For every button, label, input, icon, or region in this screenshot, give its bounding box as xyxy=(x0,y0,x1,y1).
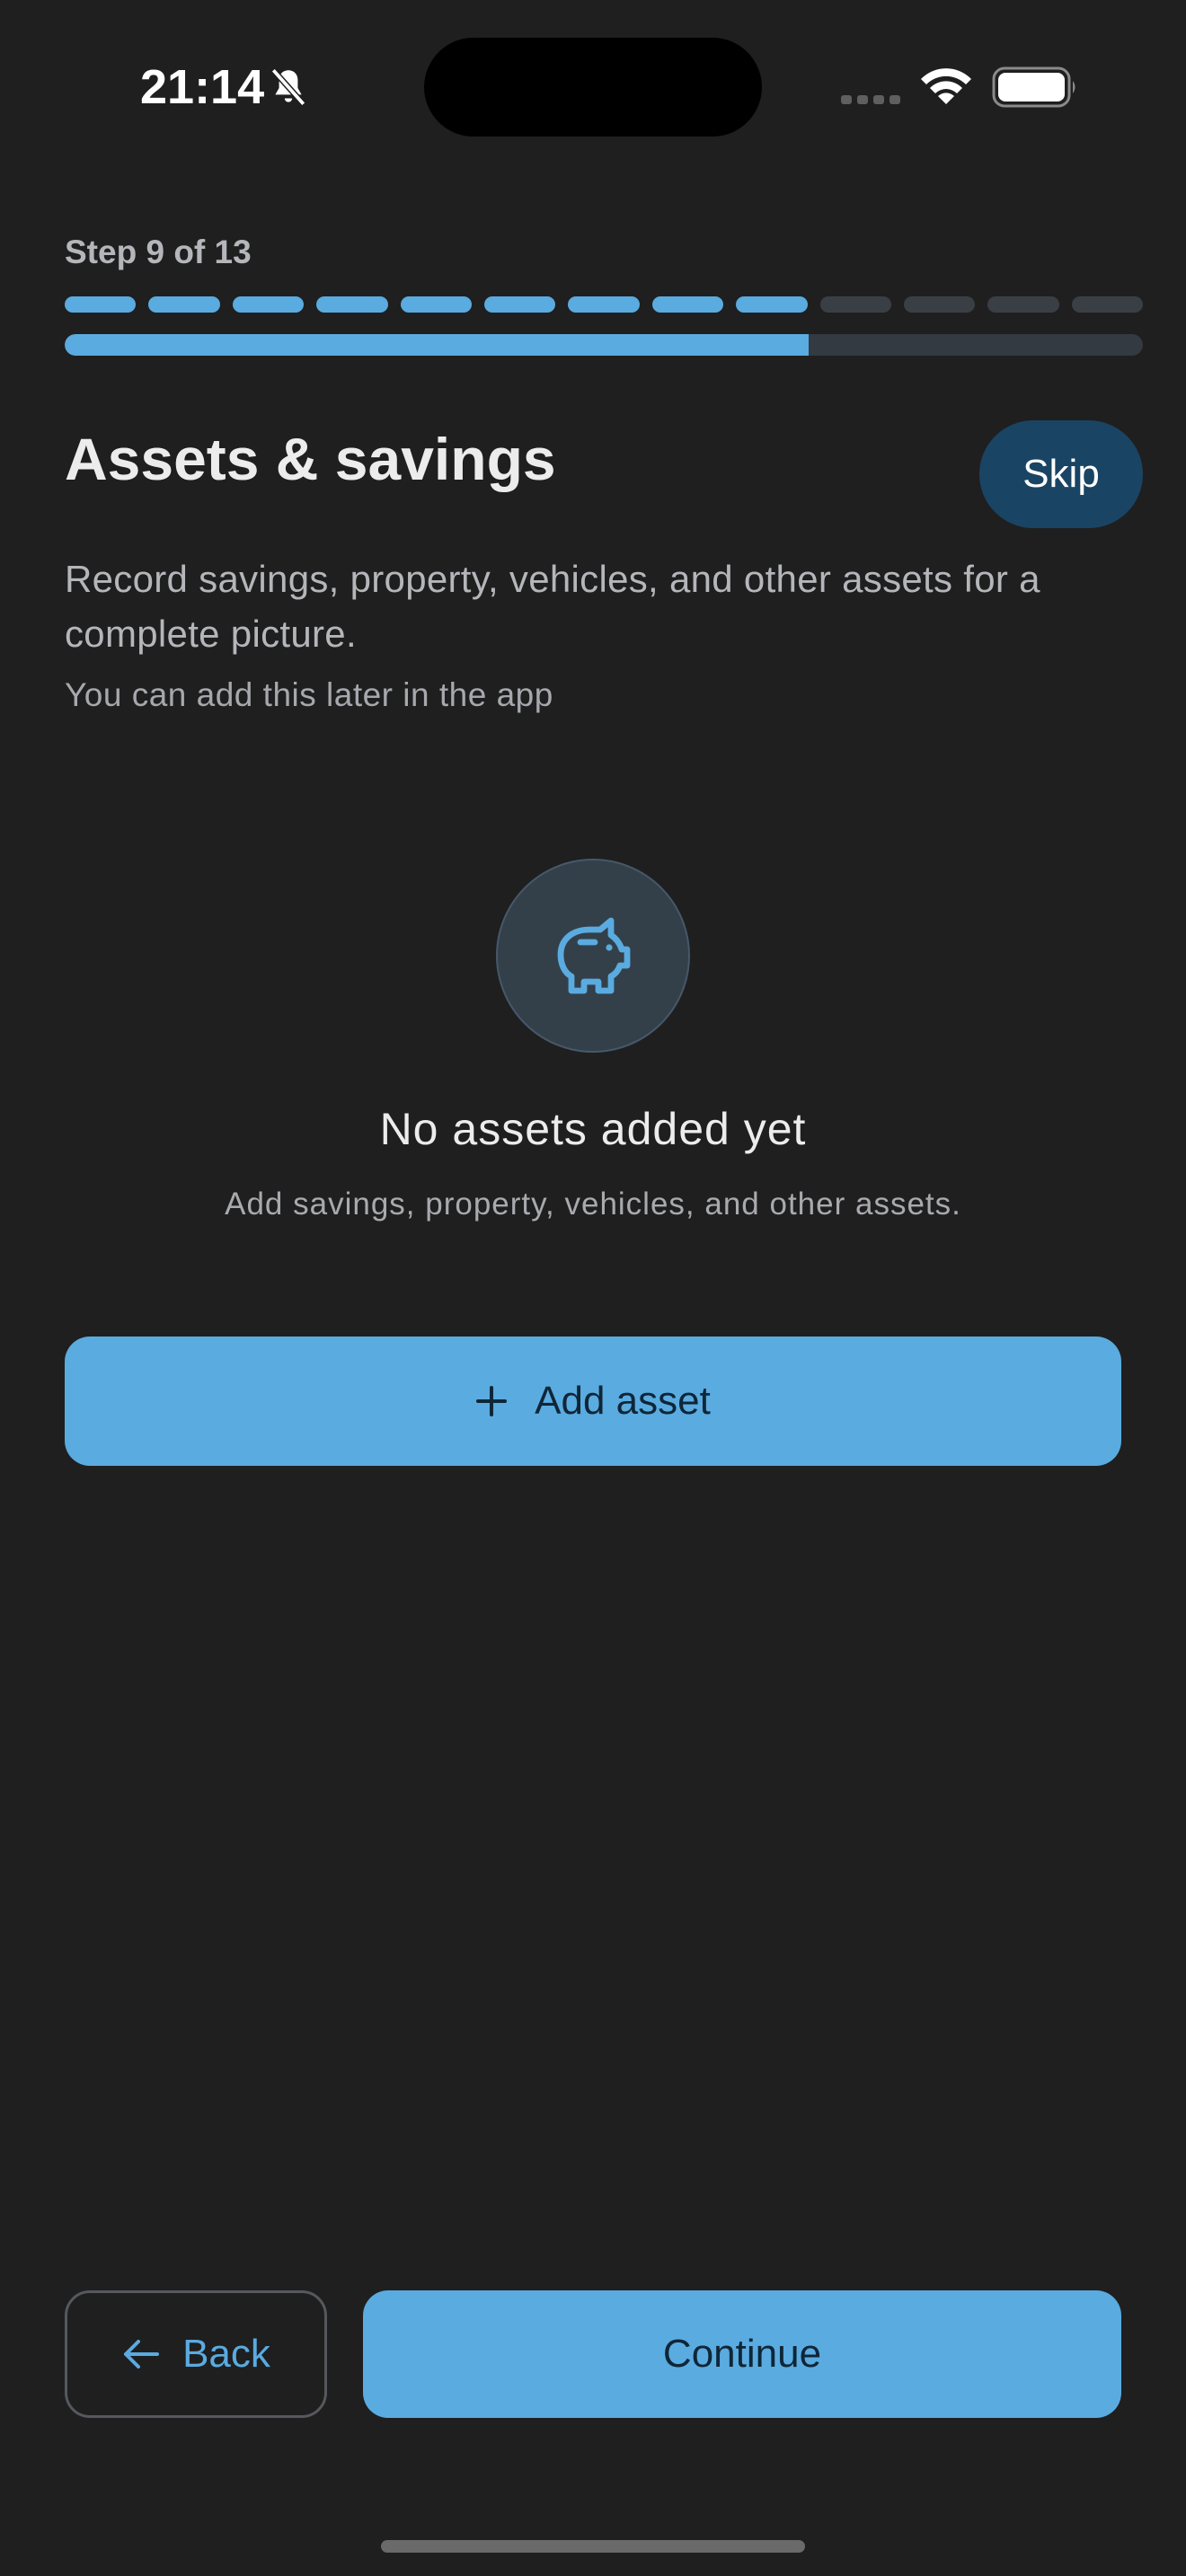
hint-text: You can add this later in the app xyxy=(65,676,553,713)
empty-state-subtitle: Add savings, property, vehicles, and oth… xyxy=(225,1187,961,1222)
battery-icon xyxy=(992,66,1075,108)
step-segment xyxy=(819,296,891,313)
step-segment xyxy=(400,296,472,313)
onboarding-screen: 21:14 Step 9 of 13 Assets & savings Skip… xyxy=(0,0,1186,2576)
piggy-bank-icon xyxy=(557,917,631,994)
description-text: Record savings, property, vehicles, and … xyxy=(65,558,1040,655)
add-asset-button[interactable]: Add asset xyxy=(65,1337,1121,1466)
step-segment xyxy=(987,296,1059,313)
dynamic-island xyxy=(424,38,762,137)
progress-fill xyxy=(65,334,809,356)
step-segment xyxy=(65,296,137,313)
home-indicator xyxy=(381,2540,805,2553)
step-segment xyxy=(903,296,976,313)
step-segment xyxy=(232,296,305,313)
step-segment xyxy=(483,296,556,313)
step-segment xyxy=(148,296,220,313)
empty-state-icon-badge xyxy=(496,859,690,1053)
continue-button[interactable]: Continue xyxy=(363,2290,1121,2418)
bell-slash-icon xyxy=(270,68,306,106)
empty-state-title: No assets added yet xyxy=(379,1104,807,1154)
step-segment xyxy=(1071,296,1144,313)
add-asset-label: Add asset xyxy=(535,1379,711,1423)
cellular-signal-icon xyxy=(841,95,900,104)
step-indicator: Step 9 of 13 xyxy=(65,234,252,270)
status-time: 21:14 xyxy=(140,60,265,114)
step-segments xyxy=(65,296,1144,313)
step-segment xyxy=(568,296,640,313)
step-segment xyxy=(316,296,388,313)
skip-button[interactable]: Skip xyxy=(979,420,1143,528)
progress-bar xyxy=(65,334,1143,356)
back-button[interactable]: Back xyxy=(65,2290,327,2418)
page-title: Assets & savings xyxy=(65,426,556,492)
step-segment xyxy=(736,296,808,313)
step-segment xyxy=(651,296,724,313)
arrow-left-icon xyxy=(124,2340,160,2369)
back-label: Back xyxy=(182,2332,270,2376)
plus-icon xyxy=(476,1386,508,1416)
wifi-icon xyxy=(921,68,971,104)
